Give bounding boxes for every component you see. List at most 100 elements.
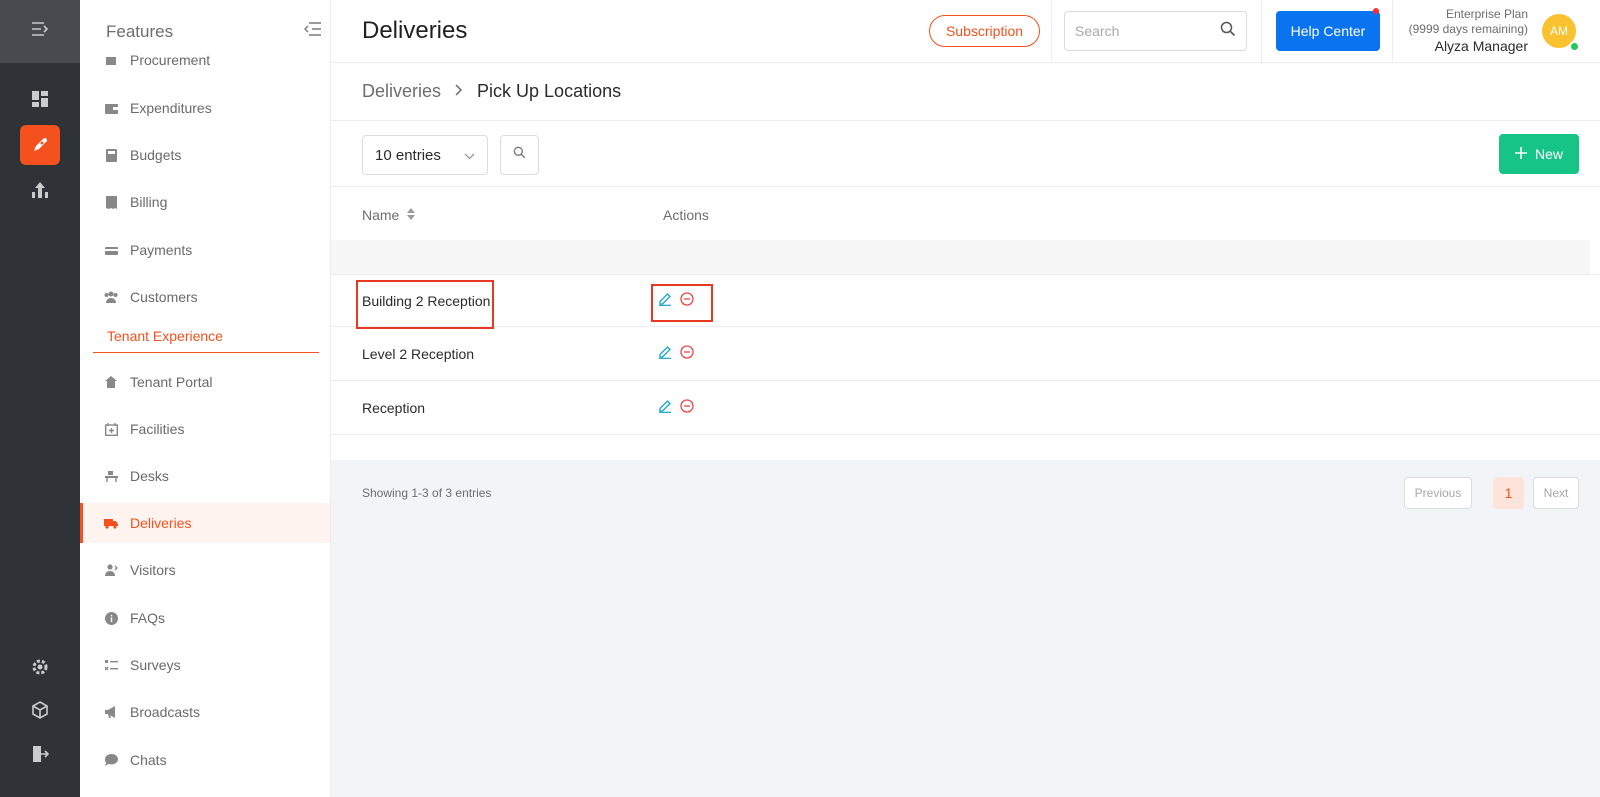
sidebar-item-chats[interactable]: Chats <box>80 740 330 780</box>
chevron-right-icon <box>455 83 463 101</box>
entries-value: 10 entries <box>375 146 441 164</box>
collapse-menu-icon[interactable] <box>31 22 49 41</box>
sidebar-item-surveys[interactable]: Surveys <box>80 645 330 685</box>
sidebar-item-label: Budgets <box>130 147 182 163</box>
plan-info: Enterprise Plan (9999 days remaining) Al… <box>1409 7 1528 54</box>
sidebar-item-visitors[interactable]: Visitors <box>80 550 330 590</box>
divider <box>331 186 1600 187</box>
help-center-button[interactable]: Help Center <box>1276 11 1380 51</box>
sidebar-item-desks[interactable]: Desks <box>80 456 330 496</box>
sidebar-item-label: Procurement <box>130 52 211 68</box>
main-panel: Deliveries Pick Up Locations 10 entries … <box>331 63 1600 460</box>
sidebar-item-procurement[interactable]: Procurement <box>80 40 330 80</box>
payments-icon <box>104 243 118 257</box>
sidebar-item-deliveries[interactable]: Deliveries <box>80 503 330 543</box>
sidebar-item-broadcasts[interactable]: Broadcasts <box>80 692 330 732</box>
calculator-icon <box>104 148 118 162</box>
sidebar-item-budgets[interactable]: Budgets <box>80 135 330 175</box>
rocket-icon[interactable] <box>20 125 60 165</box>
cube-icon[interactable] <box>20 690 60 730</box>
edit-icon[interactable] <box>658 399 672 418</box>
row-actions <box>658 399 694 418</box>
online-status-dot <box>1569 41 1580 52</box>
top-bar: Deliveries Subscription Help Center Ente… <box>331 0 1600 63</box>
bill-icon <box>104 195 118 209</box>
table-search-button[interactable] <box>500 135 539 175</box>
calendar-plus-icon <box>104 422 118 436</box>
search-icon[interactable] <box>1220 21 1236 42</box>
users-icon <box>104 290 118 304</box>
subscription-button[interactable]: Subscription <box>929 15 1040 47</box>
breadcrumb-parent[interactable]: Deliveries <box>362 81 441 102</box>
sidebar-item-label: Billing <box>130 194 168 210</box>
sidebar-item-label: Tenant Portal <box>130 374 213 390</box>
procurement-icon <box>104 53 118 67</box>
plan-name: Enterprise Plan <box>1445 7 1528 21</box>
rail-header <box>0 0 80 63</box>
sidebar-item-label: Visitors <box>130 562 176 578</box>
row-name[interactable]: Reception <box>362 400 425 416</box>
divider <box>1392 0 1393 62</box>
sidebar-item-expenditures[interactable]: Expenditures <box>80 88 330 128</box>
new-button-label: New <box>1534 146 1563 162</box>
truck-icon <box>104 516 118 530</box>
sidebar-item-label: Payments <box>130 242 193 258</box>
new-button[interactable]: New <box>1499 134 1579 174</box>
column-header-actions: Actions <box>663 207 709 223</box>
section-tenant-experience[interactable]: Tenant Experience <box>93 328 319 353</box>
breadcrumb-current: Pick Up Locations <box>477 81 622 101</box>
sidebar-item-label: Expenditures <box>130 100 212 116</box>
sidebar-item-label: Customers <box>130 289 198 305</box>
entries-select[interactable]: 10 entries <box>362 135 488 175</box>
edit-icon[interactable] <box>658 345 672 364</box>
chat-icon <box>104 753 118 767</box>
desk-icon <box>104 469 118 483</box>
row-name[interactable]: Level 2 Reception <box>362 346 474 362</box>
sidebar-item-label: FAQs <box>130 610 166 626</box>
sidebar-item-faqs[interactable]: FAQs <box>80 598 330 638</box>
sidebar-item-label: Desks <box>130 468 169 484</box>
sidebar-item-label: Surveys <box>130 657 181 673</box>
column-header-name[interactable]: Name <box>362 207 416 223</box>
sidebar-item-label: Chats <box>130 752 167 768</box>
building-icon[interactable] <box>20 170 60 210</box>
sidebar-item-billing[interactable]: Billing <box>80 182 330 222</box>
collapse-sidebar-icon[interactable] <box>304 22 322 41</box>
search-input[interactable] <box>1075 23 1220 39</box>
previous-page-button[interactable]: Previous <box>1404 477 1472 509</box>
page-number-current[interactable]: 1 <box>1493 477 1524 509</box>
highlight-box <box>356 280 494 329</box>
icon-rail <box>0 0 80 797</box>
sidebar-item-payments[interactable]: Payments <box>80 230 330 270</box>
page-title: Deliveries <box>362 17 468 44</box>
info-icon <box>104 611 118 625</box>
notification-dot <box>1373 8 1379 14</box>
sidebar-item-facilities[interactable]: Facilities <box>80 409 330 449</box>
divider <box>1261 0 1262 62</box>
remove-icon[interactable] <box>680 345 694 364</box>
next-page-button[interactable]: Next <box>1533 477 1579 509</box>
table-row: Level 2 Reception <box>331 328 1600 381</box>
visitor-icon <box>104 563 118 577</box>
breadcrumb: Deliveries Pick Up Locations <box>362 81 621 102</box>
plan-remaining: (9999 days remaining) <box>1408 22 1528 36</box>
divider <box>331 120 1600 121</box>
global-search[interactable] <box>1064 11 1247 51</box>
sidebar-title: Features <box>106 21 174 41</box>
plus-icon <box>1514 146 1527 162</box>
logout-icon[interactable] <box>20 734 60 774</box>
column-header-label: Name <box>362 207 400 223</box>
sort-icon[interactable] <box>407 207 416 223</box>
home-icon <box>104 375 118 389</box>
row-actions <box>658 345 694 364</box>
table-row: Reception <box>331 382 1600 435</box>
sidebar-item-label: Deliveries <box>130 515 192 531</box>
megaphone-icon <box>104 705 118 719</box>
dashboard-icon[interactable] <box>20 79 60 119</box>
table-row: Building 2 Reception <box>331 274 1600 329</box>
settings-icon[interactable] <box>20 647 60 687</box>
search-icon <box>513 146 526 164</box>
remove-icon[interactable] <box>680 399 694 418</box>
sidebar-item-customers[interactable]: Customers <box>80 277 330 317</box>
sidebar-item-tenant-portal[interactable]: Tenant Portal <box>80 362 330 402</box>
